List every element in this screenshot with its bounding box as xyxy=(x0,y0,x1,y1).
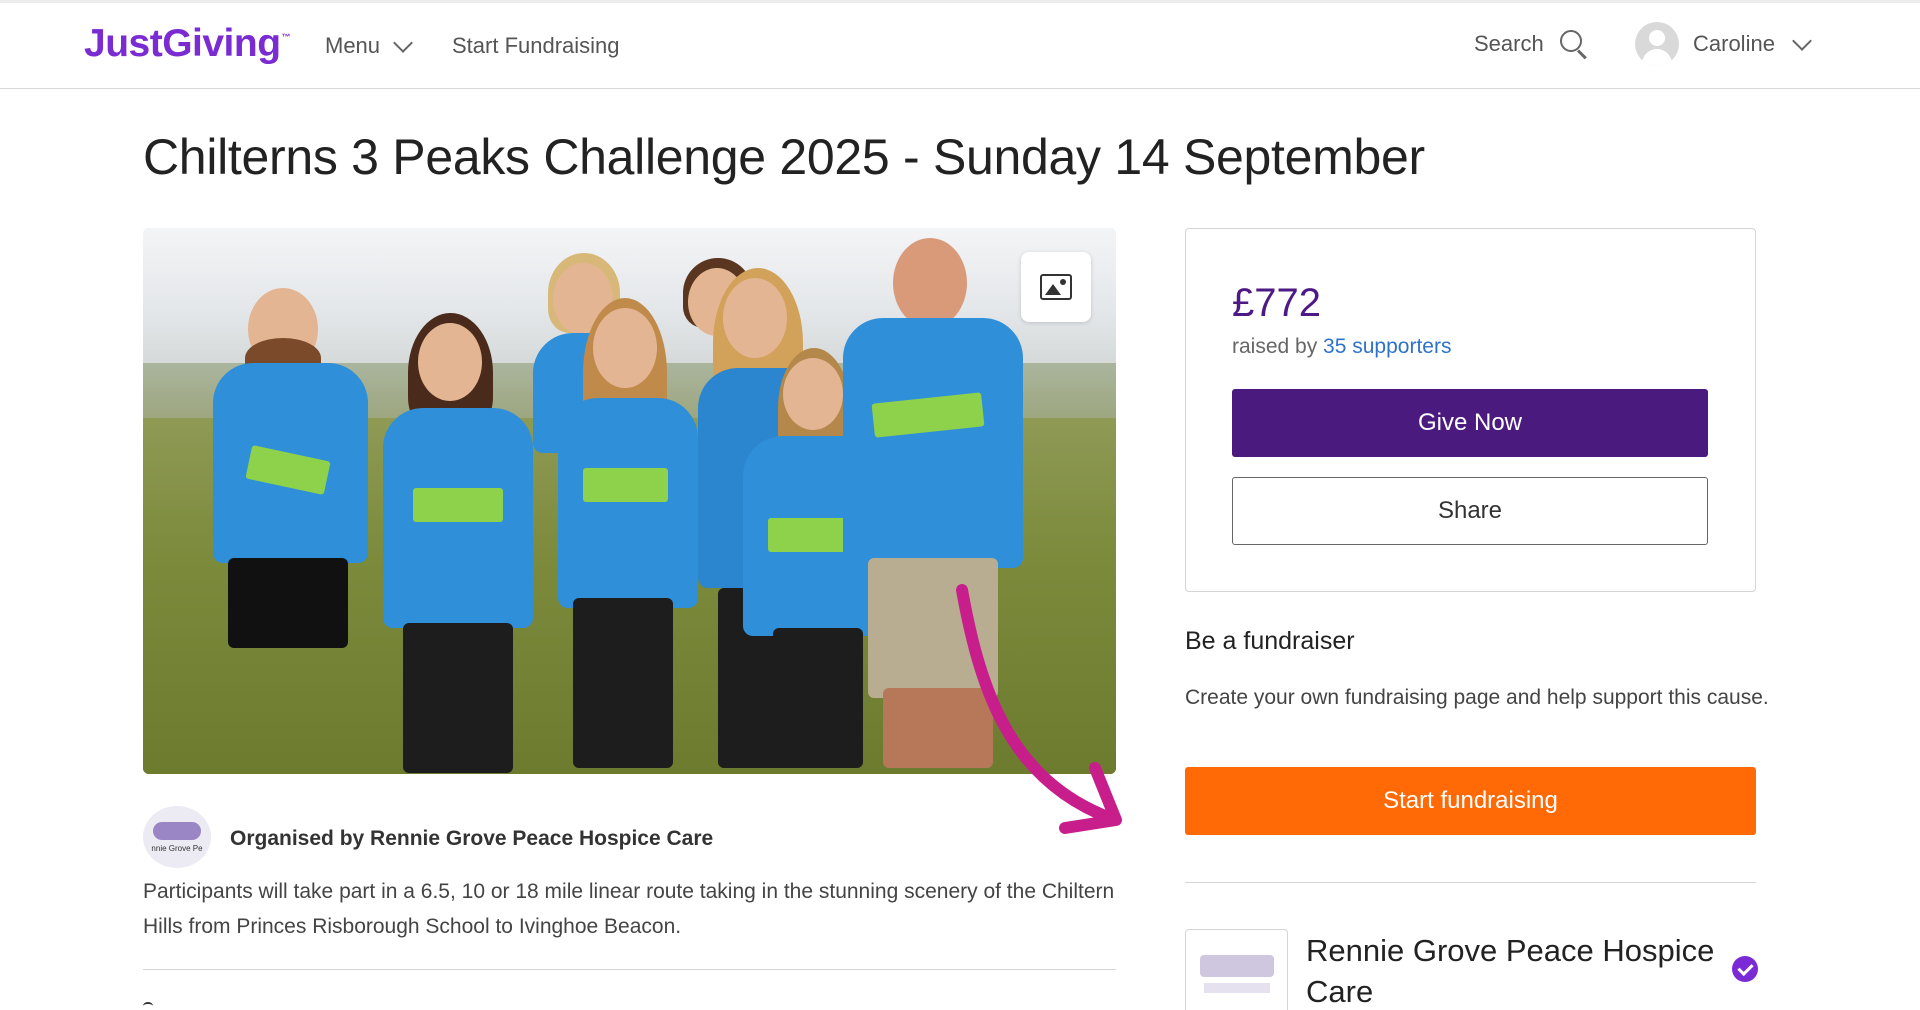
arrow-annotation-icon xyxy=(956,584,1122,834)
section-icon xyxy=(143,1002,153,1010)
page-description: Participants will take part in a 6.5, 10… xyxy=(143,880,1115,938)
give-now-button[interactable]: Give Now xyxy=(1232,389,1708,457)
divider xyxy=(1185,882,1756,883)
top-nav-bar: JustGiving™ Menu Start Fundraising Searc… xyxy=(0,0,1920,89)
supporters-link[interactable]: 35 supporters xyxy=(1323,335,1451,358)
photo-gallery-icon xyxy=(1040,274,1072,300)
raised-by-text: raised by 35 supporters xyxy=(1232,335,1452,358)
start-fundraising-link[interactable]: Start Fundraising xyxy=(452,33,620,59)
charity-logo[interactable] xyxy=(1185,929,1288,1010)
share-button[interactable]: Share xyxy=(1232,477,1708,545)
charity-logo-mark xyxy=(1199,955,1274,977)
menu-dropdown[interactable]: Menu xyxy=(325,32,413,59)
charity-name[interactable]: Rennie Grove Peace Hospice Care xyxy=(1306,930,1736,1010)
user-menu[interactable]: Caroline xyxy=(1635,22,1812,66)
fundraiser-heading: Be a fundraiser xyxy=(1185,627,1355,655)
organiser-logo-text: nnie Grove Pe xyxy=(151,843,203,853)
fundraiser-text: Create your own fundraising page and hel… xyxy=(1185,686,1769,709)
chevron-down-icon xyxy=(1792,30,1812,51)
search-icon xyxy=(1559,30,1588,60)
donation-card: £772 raised by 35 supporters Give Now Sh… xyxy=(1185,228,1756,592)
search-label: Search xyxy=(1474,31,1544,56)
organiser-label[interactable]: Organised by Rennie Grove Peace Hospice … xyxy=(230,827,713,851)
user-name: Caroline xyxy=(1693,31,1775,56)
heart-logo-icon xyxy=(153,821,201,840)
start-fundraising-label: Start Fundraising xyxy=(452,33,620,58)
avatar-icon xyxy=(1635,22,1679,66)
charity-logo-text xyxy=(1203,983,1270,993)
photo-gallery-button[interactable] xyxy=(1021,252,1091,322)
organiser-logo[interactable]: nnie Grove Pe xyxy=(143,806,211,868)
chevron-down-icon xyxy=(393,32,413,53)
amount-raised: £772 xyxy=(1232,281,1321,325)
menu-label: Menu xyxy=(325,33,381,58)
verified-badge-icon xyxy=(1732,956,1758,982)
divider xyxy=(143,969,1116,970)
search-button[interactable]: Search xyxy=(1474,30,1588,60)
page-title: Chilterns 3 Peaks Challenge 2025 - Sunda… xyxy=(143,129,1425,185)
justgiving-logo[interactable]: JustGiving™ xyxy=(84,22,291,66)
start-fundraising-button[interactable]: Start fundraising xyxy=(1185,767,1756,835)
